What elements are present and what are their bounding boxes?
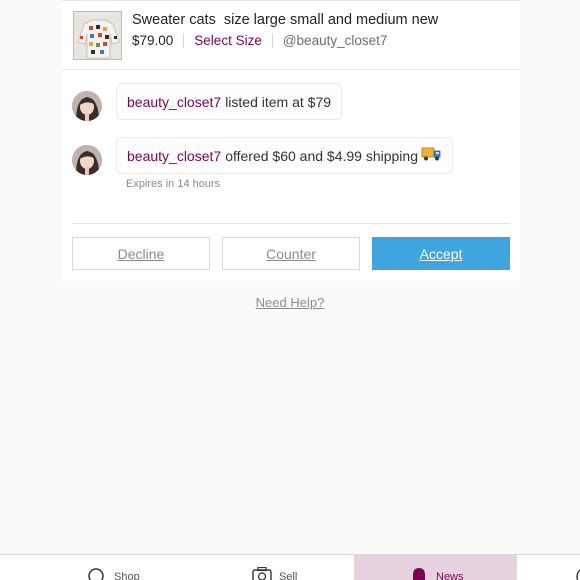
activity-text: offered $60 and $4.99 shipping xyxy=(225,147,418,164)
need-help-link[interactable]: Need Help? xyxy=(0,295,580,310)
tab-label: News xyxy=(436,571,464,580)
listing-meta: $79.00 Select Size @beauty_closet7 xyxy=(132,33,387,48)
shipping-truck-icon xyxy=(421,146,442,165)
decline-button[interactable]: Decline xyxy=(72,237,210,270)
activity-text: listed item at $79 xyxy=(225,93,332,110)
user-avatar[interactable] xyxy=(72,91,102,121)
tab-more[interactable] xyxy=(572,555,580,580)
user-avatar[interactable] xyxy=(72,145,102,175)
listing-thumbnail[interactable] xyxy=(73,11,122,60)
divider xyxy=(183,33,185,48)
listing-summary[interactable]: Sweater cats size large small and medium… xyxy=(62,1,520,70)
tab-label: Shop xyxy=(114,571,140,580)
select-size-link[interactable]: Select Size xyxy=(194,33,262,48)
activity-bubble: beauty_closet7 listed item at $79 xyxy=(116,83,343,120)
camera-icon xyxy=(252,566,272,580)
search-icon xyxy=(88,568,106,580)
listing-price: $79.00 xyxy=(132,33,174,48)
tab-sell[interactable]: Sell xyxy=(252,555,332,580)
activity-bubble: beauty_closet7 offered $60 and $4.99 shi… xyxy=(116,137,453,174)
offer-card: Sweater cats size large small and medium… xyxy=(62,0,520,281)
bell-icon xyxy=(411,567,427,580)
tab-shop[interactable]: Shop xyxy=(86,555,166,580)
tab-label: Sell xyxy=(279,571,298,580)
activity-username[interactable]: beauty_closet7 xyxy=(127,148,221,164)
divider xyxy=(271,33,273,48)
bottom-tab-bar: Shop Sell News xyxy=(0,554,580,580)
accept-button[interactable]: Accept xyxy=(372,237,510,270)
tab-news[interactable]: News xyxy=(354,555,517,580)
activity-username[interactable]: beauty_closet7 xyxy=(127,94,221,110)
counter-button[interactable]: Counter xyxy=(222,237,360,270)
avatar-image xyxy=(72,91,102,121)
listing-title[interactable]: Sweater cats size large small and medium… xyxy=(132,12,438,28)
sweater-image xyxy=(74,12,121,59)
seller-username[interactable]: @beauty_closet7 xyxy=(283,33,388,48)
avatar-image xyxy=(72,145,102,175)
partial-icon xyxy=(576,568,580,580)
offer-expiry: Expires in 14 hours xyxy=(126,178,221,190)
divider xyxy=(72,223,510,224)
